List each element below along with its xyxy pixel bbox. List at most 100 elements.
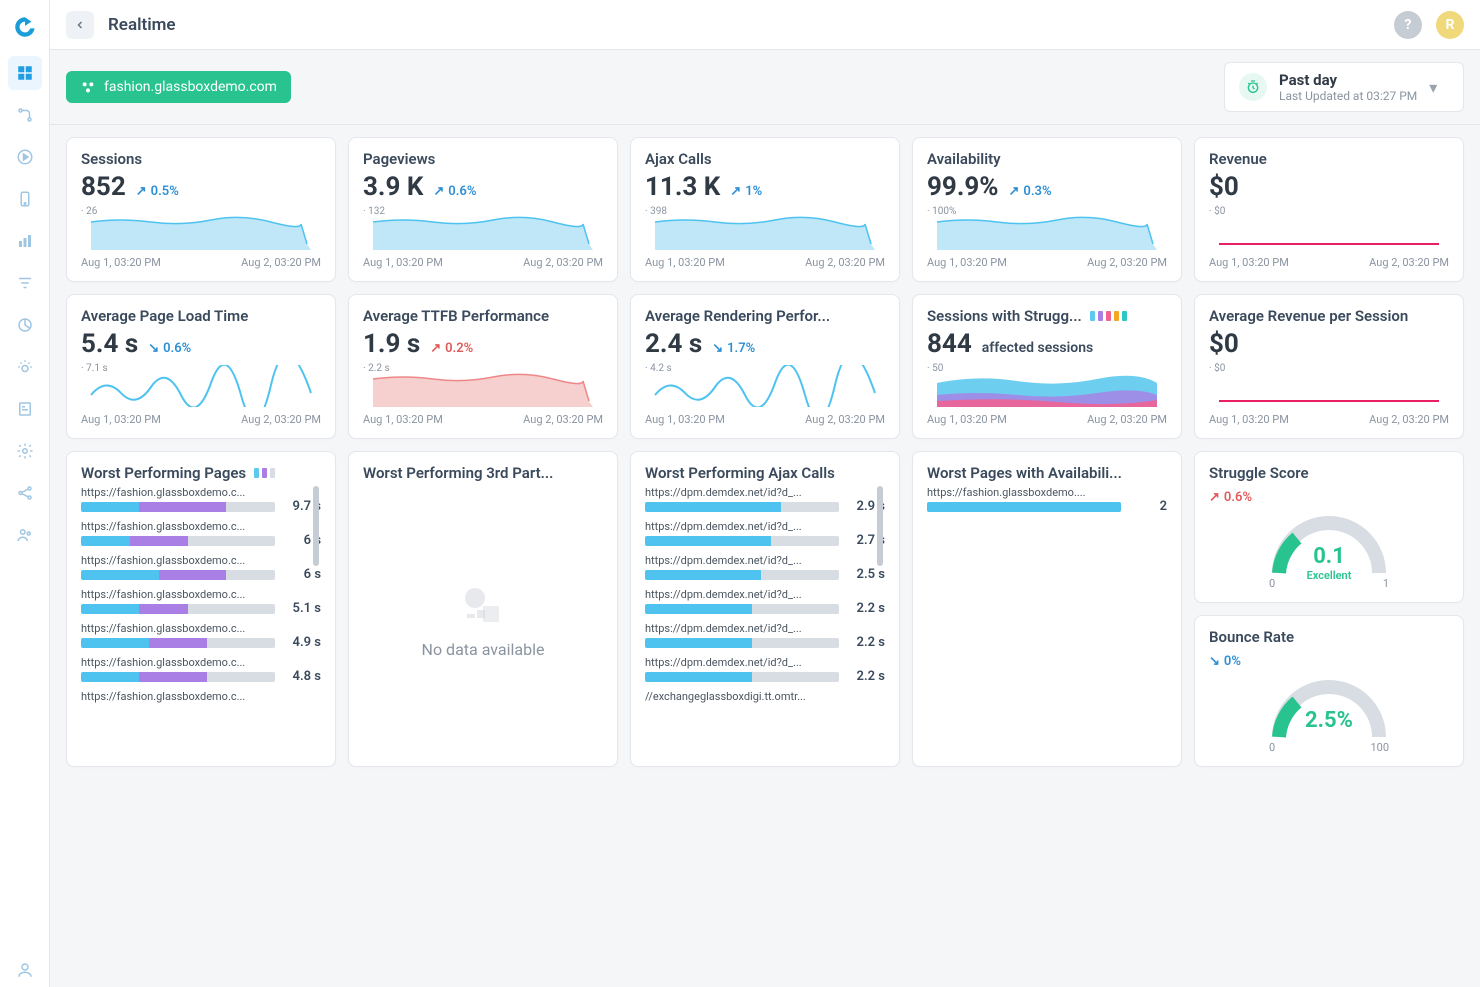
list-item[interactable]: //exchangeglassboxdigi.tt.omtr...	[645, 690, 885, 703]
nav-alert-icon[interactable]	[8, 350, 42, 384]
nav-settings-icon[interactable]	[8, 434, 42, 468]
kpi-card-1[interactable]: Pageviews 3.9 K ↗ 0.6% · 132 Aug 1, 03:2…	[348, 137, 618, 282]
chevron-down-icon: ▾	[1429, 78, 1437, 97]
site-chip[interactable]: fashion.glassboxdemo.com	[66, 71, 291, 103]
nav-flow-icon[interactable]	[8, 98, 42, 132]
nav-user-icon[interactable]	[8, 953, 42, 987]
gauge-max: 100	[1370, 741, 1389, 754]
list-url: https://dpm.demdex.net/id?d_...	[645, 656, 885, 669]
back-button[interactable]	[66, 11, 94, 39]
list-url: //exchangeglassboxdigi.tt.omtr...	[645, 690, 885, 703]
logo	[12, 14, 38, 40]
worst-pages-card[interactable]: Worst Performing Pages https://fashion.g…	[66, 451, 336, 767]
nav-filter-icon[interactable]	[8, 266, 42, 300]
list-item[interactable]: https://dpm.demdex.net/id?d_... 2.9 s	[645, 486, 885, 514]
list-item[interactable]: https://fashion.glassboxdemo.... 2	[927, 486, 1167, 514]
legend-dots	[1090, 311, 1127, 321]
card-title: Sessions	[81, 150, 321, 168]
card-title: Bounce Rate	[1209, 628, 1449, 646]
kpi2-card-1[interactable]: Average TTFB Performance 1.9 s ↗ 0.2% · …	[348, 294, 618, 439]
kpi2-card-3[interactable]: Sessions with Strugg... 844 affected ses…	[912, 294, 1182, 439]
kpi-card-0[interactable]: Sessions 852 ↗ 0.5% · 26 Aug 1, 03:20 PM…	[66, 137, 336, 282]
bar	[81, 570, 275, 580]
nav-chart-icon[interactable]	[8, 224, 42, 258]
list-item[interactable]: https://dpm.demdex.net/id?d_... 2.2 s	[645, 622, 885, 650]
trend-arrow-icon: ↗	[136, 184, 147, 199]
filter-bar: fashion.glassboxdemo.com Past day Last U…	[50, 50, 1480, 125]
list-item[interactable]: https://dpm.demdex.net/id?d_... 2.7 s	[645, 520, 885, 548]
list-item[interactable]: https://dpm.demdex.net/id?d_... 2.5 s	[645, 554, 885, 582]
scrollbar[interactable]	[313, 486, 319, 754]
card-title: Revenue	[1209, 150, 1449, 168]
trend-arrow-icon: ↗	[730, 184, 741, 199]
worst-3rd-party-card[interactable]: Worst Performing 3rd Part... No data ava…	[348, 451, 618, 767]
bar	[81, 638, 275, 648]
struggle-score-card[interactable]: Struggle Score ↗ 0.6% 0.1 Excellent 01	[1194, 451, 1464, 603]
bar	[81, 672, 275, 682]
time-axis: Aug 1, 03:20 PMAug 2, 03:20 PM	[645, 256, 885, 269]
list-item[interactable]: https://fashion.glassboxdemo.c... 5.1 s	[81, 588, 321, 616]
list-url: https://dpm.demdex.net/id?d_...	[645, 520, 885, 533]
time-axis: Aug 1, 03:20 PMAug 2, 03:20 PM	[363, 413, 603, 426]
list-item[interactable]: https://fashion.glassboxdemo.c... 4.9 s	[81, 622, 321, 650]
gauge-min: 0	[1269, 741, 1275, 754]
nav-report-icon[interactable]	[8, 392, 42, 426]
spark-peak-label: · 100%	[927, 206, 956, 217]
gauge-max: 1	[1383, 577, 1389, 590]
bar	[645, 604, 839, 614]
topbar: Realtime ? R	[50, 0, 1480, 50]
nav-mobile-icon[interactable]	[8, 182, 42, 216]
help-icon[interactable]: ?	[1394, 11, 1422, 39]
card-title: Worst Performing Ajax Calls	[645, 464, 885, 482]
list-item[interactable]: https://fashion.glassboxdemo.c... 6 s	[81, 554, 321, 582]
card-title: Availability	[927, 150, 1167, 168]
spark-peak-label: · 2.2 s	[363, 363, 390, 374]
card-title: Average Rendering Perfor...	[645, 307, 885, 325]
list-item[interactable]: https://fashion.glassboxdemo.c... 9.7 s	[81, 486, 321, 514]
kpi-card-2[interactable]: Ajax Calls 11.3 K ↗ 1% · 398 Aug 1, 03:2…	[630, 137, 900, 282]
time-axis: Aug 1, 03:20 PMAug 2, 03:20 PM	[81, 413, 321, 426]
kpi2-card-2[interactable]: Average Rendering Perfor... 2.4 s ↘ 1.7%…	[630, 294, 900, 439]
bar	[645, 536, 839, 546]
list-url: https://fashion.glassboxdemo....	[927, 486, 1167, 499]
kpi2-card-0[interactable]: Average Page Load Time 5.4 s ↘ 0.6% · 7.…	[66, 294, 336, 439]
metric-value: 852	[81, 172, 126, 202]
empty-text: No data available	[422, 640, 545, 659]
list-item[interactable]: https://fashion.glassboxdemo.c...	[81, 690, 321, 703]
trend-indicator: ↗ 0.6%	[433, 184, 476, 199]
list-item[interactable]: https://dpm.demdex.net/id?d_... 2.2 s	[645, 588, 885, 616]
metric-suffix: affected sessions	[982, 340, 1093, 356]
nav-team-icon[interactable]	[8, 518, 42, 552]
scrollbar[interactable]	[877, 486, 883, 754]
list-url: https://dpm.demdex.net/id?d_...	[645, 588, 885, 601]
kpi-card-3[interactable]: Availability 99.9% ↗ 0.3% · 100% Aug 1, …	[912, 137, 1182, 282]
bar	[645, 570, 839, 580]
card-title: Worst Performing 3rd Part...	[363, 464, 603, 482]
trend-indicator: ↘ 1.7%	[712, 341, 755, 356]
list-url: https://dpm.demdex.net/id?d_...	[645, 486, 885, 499]
metric-value: 99.9%	[927, 172, 999, 202]
worst-ajax-card[interactable]: Worst Performing Ajax Calls https://dpm.…	[630, 451, 900, 767]
time-axis: Aug 1, 03:20 PMAug 2, 03:20 PM	[363, 256, 603, 269]
avatar[interactable]: R	[1436, 11, 1464, 39]
trend-arrow-icon: ↗	[1009, 184, 1020, 199]
time-range-selector[interactable]: Past day Last Updated at 03:27 PM ▾	[1224, 62, 1464, 112]
worst-availability-card[interactable]: Worst Pages with Availabili... https://f…	[912, 451, 1182, 767]
card-title: Ajax Calls	[645, 150, 885, 168]
nav-share-icon[interactable]	[8, 476, 42, 510]
kpi2-card-4[interactable]: Average Revenue per Session $0 · $0 Aug …	[1194, 294, 1464, 439]
bounce-rate-card[interactable]: Bounce Rate ↘ 0% 2.5% 0100	[1194, 615, 1464, 767]
bar	[927, 502, 1121, 512]
list-item[interactable]: https://fashion.glassboxdemo.c... 4.8 s	[81, 656, 321, 684]
list-item[interactable]: https://fashion.glassboxdemo.c... 6 s	[81, 520, 321, 548]
nav-dashboard-icon[interactable]	[8, 56, 42, 90]
spark-peak-label: · $0	[1209, 363, 1225, 374]
kpi-card-4[interactable]: Revenue $0 · $0 Aug 1, 03:20 PMAug 2, 03…	[1194, 137, 1464, 282]
list-item[interactable]: https://dpm.demdex.net/id?d_... 2.2 s	[645, 656, 885, 684]
nav-pie-icon[interactable]	[8, 308, 42, 342]
svg-text:0.1: 0.1	[1313, 544, 1345, 569]
metric-value: $0	[1209, 172, 1239, 202]
metric-value: 844	[927, 329, 972, 359]
time-axis: Aug 1, 03:20 PMAug 2, 03:20 PM	[927, 413, 1167, 426]
nav-play-icon[interactable]	[8, 140, 42, 174]
